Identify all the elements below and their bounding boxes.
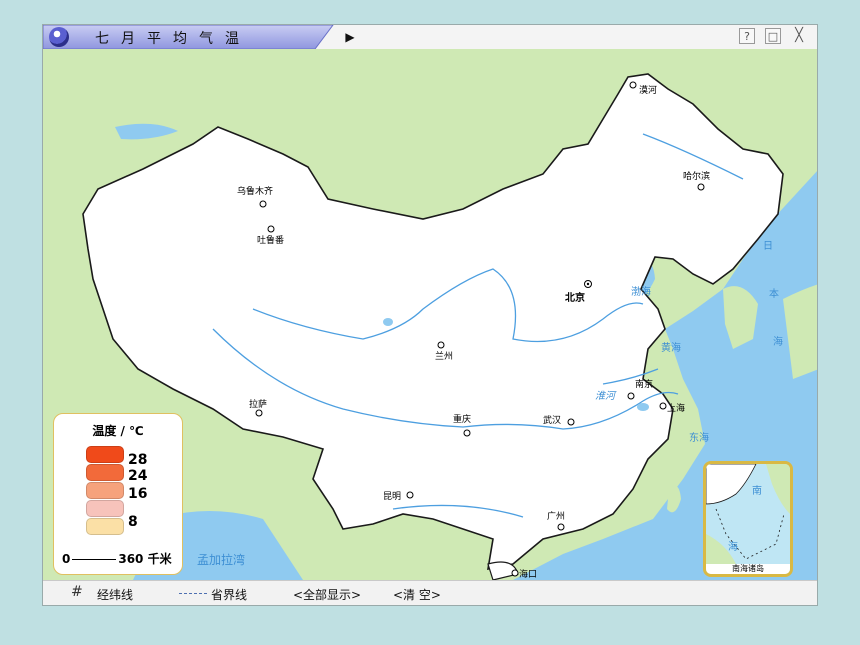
legend-row: 16 <box>86 482 176 502</box>
province-line-icon <box>179 593 207 594</box>
city-label-chongqing: 重庆 <box>453 413 471 425</box>
japan-sea-label-3: 海 <box>773 335 783 348</box>
city-label-shanghai: 上海 <box>667 402 685 414</box>
legend-swatch <box>86 464 124 481</box>
inset-mainland <box>706 464 757 505</box>
city-dot-turpan[interactable] <box>267 225 275 233</box>
city-label-lhasa: 拉萨 <box>249 398 267 410</box>
legend-swatch <box>86 446 124 463</box>
graticule-toggle[interactable]: 经纬线 <box>97 586 133 603</box>
city-label-turpan: 吐鲁番 <box>257 234 284 246</box>
grid-icon[interactable]: # <box>71 584 83 600</box>
city-dot-kunming[interactable] <box>406 491 414 499</box>
legend-title: 温度 / ℃ <box>92 424 144 438</box>
city-dot-nanjing[interactable] <box>627 392 635 400</box>
bay-of-bengal-label: 孟加拉湾 <box>197 552 245 567</box>
inset-nan-label: 南 <box>752 484 762 497</box>
app-window: 七月平均气温 ▶ ? □ ╳ 渤海 黄海 东海 日 本 海 孟加拉湾 淮河 漠河… <box>42 24 818 606</box>
province-boundary-toggle[interactable]: 省界线 <box>211 586 247 603</box>
south-china-sea-inset[interactable]: 南 海 南海诸岛 <box>703 461 793 577</box>
donghai-label: 东海 <box>689 431 709 444</box>
inset-label: 南海诸岛 <box>706 564 790 574</box>
scale-bar: 0 360 千米 <box>62 550 172 567</box>
huaihe-label: 淮河 <box>595 390 617 402</box>
help-button[interactable]: ? <box>739 28 755 44</box>
temperature-legend: 温度 / ℃ 28 24 16 8 0 360 千米 <box>53 413 183 575</box>
city-label-lanzhou: 兰州 <box>435 350 453 362</box>
city-dot-mohe[interactable] <box>629 81 637 89</box>
bohai-label: 渤海 <box>631 285 651 298</box>
legend-row: 28 <box>86 446 176 468</box>
capital-mark-icon <box>586 282 590 286</box>
legend-swatch <box>86 482 124 499</box>
city-dot-wuhan[interactable] <box>567 418 575 426</box>
legend-swatch <box>86 500 124 517</box>
city-dot-urumqi[interactable] <box>259 200 267 208</box>
scale-line <box>72 559 117 560</box>
close-button[interactable]: ╳ <box>791 28 807 44</box>
japan-sea-label-1: 日 <box>763 241 773 252</box>
clear-button[interactable]: <清 空> <box>393 586 441 603</box>
city-label-kunming: 昆明 <box>383 491 401 502</box>
japan-sea-label-2: 本 <box>769 287 779 300</box>
legend-value: 8 <box>128 514 138 530</box>
scale-end: 360 千米 <box>118 552 172 566</box>
city-label-nanjing: 南京 <box>635 378 653 390</box>
status-bar: # 经纬线 省界线 <全部显示> <清 空> <box>43 580 817 605</box>
huanghai-label: 黄海 <box>661 341 681 354</box>
legend-row: 24 <box>86 464 176 484</box>
city-dot-chongqing[interactable] <box>463 429 471 437</box>
app-logo-icon <box>49 27 69 47</box>
city-label-urumqi: 乌鲁木齐 <box>237 185 273 197</box>
qinghai-lake <box>383 318 393 326</box>
legend-swatch <box>86 518 124 535</box>
city-label-haikou: 海口 <box>519 568 537 580</box>
city-dot-harbin[interactable] <box>697 183 705 191</box>
window-title: 七月平均气温 <box>95 31 251 47</box>
city-dot-haikou[interactable] <box>511 569 519 577</box>
taihu-lake <box>637 403 649 411</box>
scale-start: 0 <box>62 552 71 566</box>
play-icon[interactable]: ▶ <box>343 29 357 45</box>
show-all-button[interactable]: <全部显示> <box>293 586 361 603</box>
city-label-harbin: 哈尔滨 <box>683 170 710 182</box>
inset-philippines <box>766 464 790 514</box>
city-label-wuhan: 武汉 <box>543 414 561 426</box>
legend-row: 8 <box>86 514 176 536</box>
inset-map: 南 海 <box>706 464 790 564</box>
restore-button[interactable]: □ <box>765 28 781 44</box>
city-dot-shanghai[interactable] <box>659 402 667 410</box>
city-dot-lhasa[interactable] <box>255 409 263 417</box>
city-label-mohe: 漠河 <box>639 84 657 96</box>
inset-hai-label: 海 <box>728 540 738 553</box>
city-dot-lanzhou[interactable] <box>437 341 445 349</box>
city-label-guangzhou: 广州 <box>547 510 565 522</box>
title-bar: 七月平均气温 ▶ ? □ ╳ <box>43 25 817 50</box>
city-dot-guangzhou[interactable] <box>557 523 565 531</box>
city-label-beijing: 北京 <box>565 291 585 304</box>
